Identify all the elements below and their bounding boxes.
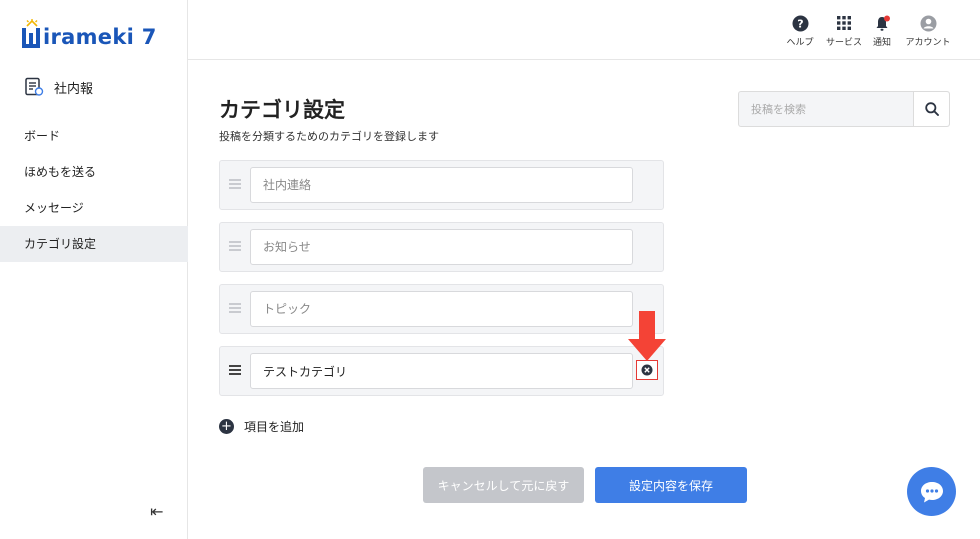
account-icon [920, 15, 936, 31]
page-subtitle: 投稿を分類するためのカテゴリを登録します [219, 130, 439, 143]
section-label: 社内報 [54, 81, 94, 97]
plus-icon: + [219, 419, 234, 434]
chat-button[interactable] [907, 467, 956, 516]
delete-category-button[interactable] [636, 360, 658, 380]
bell-icon [876, 15, 890, 31]
sidebar-item-messages[interactable]: メッセージ [0, 190, 188, 226]
search-button[interactable] [913, 92, 949, 126]
save-button[interactable]: 設定内容を保存 [595, 467, 747, 503]
sidebar-item-board[interactable]: ボード [0, 118, 188, 154]
collapse-sidebar-icon[interactable]: ⇤ [150, 502, 163, 521]
notifications-label: 通知 [872, 38, 891, 48]
page-title: カテゴリ設定 [219, 98, 345, 122]
drag-handle-icon[interactable] [229, 241, 241, 253]
drag-handle-icon[interactable] [229, 365, 241, 377]
account-label: アカウント [905, 38, 951, 48]
category-name-input[interactable] [250, 229, 633, 265]
help-button[interactable]: ? ヘルプ [778, 14, 822, 48]
search-input[interactable] [739, 92, 913, 126]
help-icon: ? [792, 15, 808, 31]
post-search [738, 91, 950, 127]
category-name-input[interactable] [250, 353, 633, 389]
chat-bubble-icon [920, 481, 943, 502]
grid-icon [837, 16, 851, 30]
category-name-input[interactable] [250, 167, 633, 203]
category-row [219, 222, 664, 272]
drag-handle-icon[interactable] [229, 179, 241, 191]
sidebar-nav: ボード ほめもを送る メッセージ カテゴリ設定 [0, 118, 188, 262]
newsletter-icon [25, 77, 44, 96]
logo-text: irameki 7 [43, 25, 157, 49]
add-item-button[interactable]: + 項目を追加 [219, 418, 304, 435]
drag-handle-icon[interactable] [229, 303, 241, 315]
sidebar: irameki 7 社内報 ボード ほめもを送る メッセージ カテゴリ設定 ⇤ [0, 0, 188, 539]
account-button[interactable]: アカウント [904, 14, 952, 48]
cancel-button[interactable]: キャンセルして元に戻す [423, 467, 584, 503]
search-icon [924, 102, 939, 116]
remove-circle-icon [641, 364, 653, 376]
top-header: ? ヘルプ サービス 通知 アカウント [188, 0, 980, 60]
add-item-label: 項目を追加 [244, 420, 305, 434]
app-logo[interactable]: irameki 7 [22, 19, 157, 49]
svg-text:?: ? [797, 17, 803, 30]
section-header[interactable]: 社内報 [24, 77, 93, 97]
sidebar-item-category-settings[interactable]: カテゴリ設定 [0, 226, 188, 262]
category-row [219, 346, 664, 396]
help-label: ヘルプ [786, 38, 814, 48]
notifications-button[interactable]: 通知 [860, 14, 904, 48]
logo-h-mark [22, 19, 42, 48]
app-root: irameki 7 社内報 ボード ほめもを送る メッセージ カテゴリ設定 ⇤ [0, 0, 980, 539]
sidebar-item-send-praise[interactable]: ほめもを送る [0, 154, 188, 190]
services-label: サービス [825, 38, 862, 48]
category-row [219, 160, 664, 210]
category-row [219, 284, 664, 334]
logo-sun-icon [26, 19, 38, 27]
annotation-arrow-icon [628, 311, 666, 361]
category-name-input[interactable] [250, 291, 633, 327]
